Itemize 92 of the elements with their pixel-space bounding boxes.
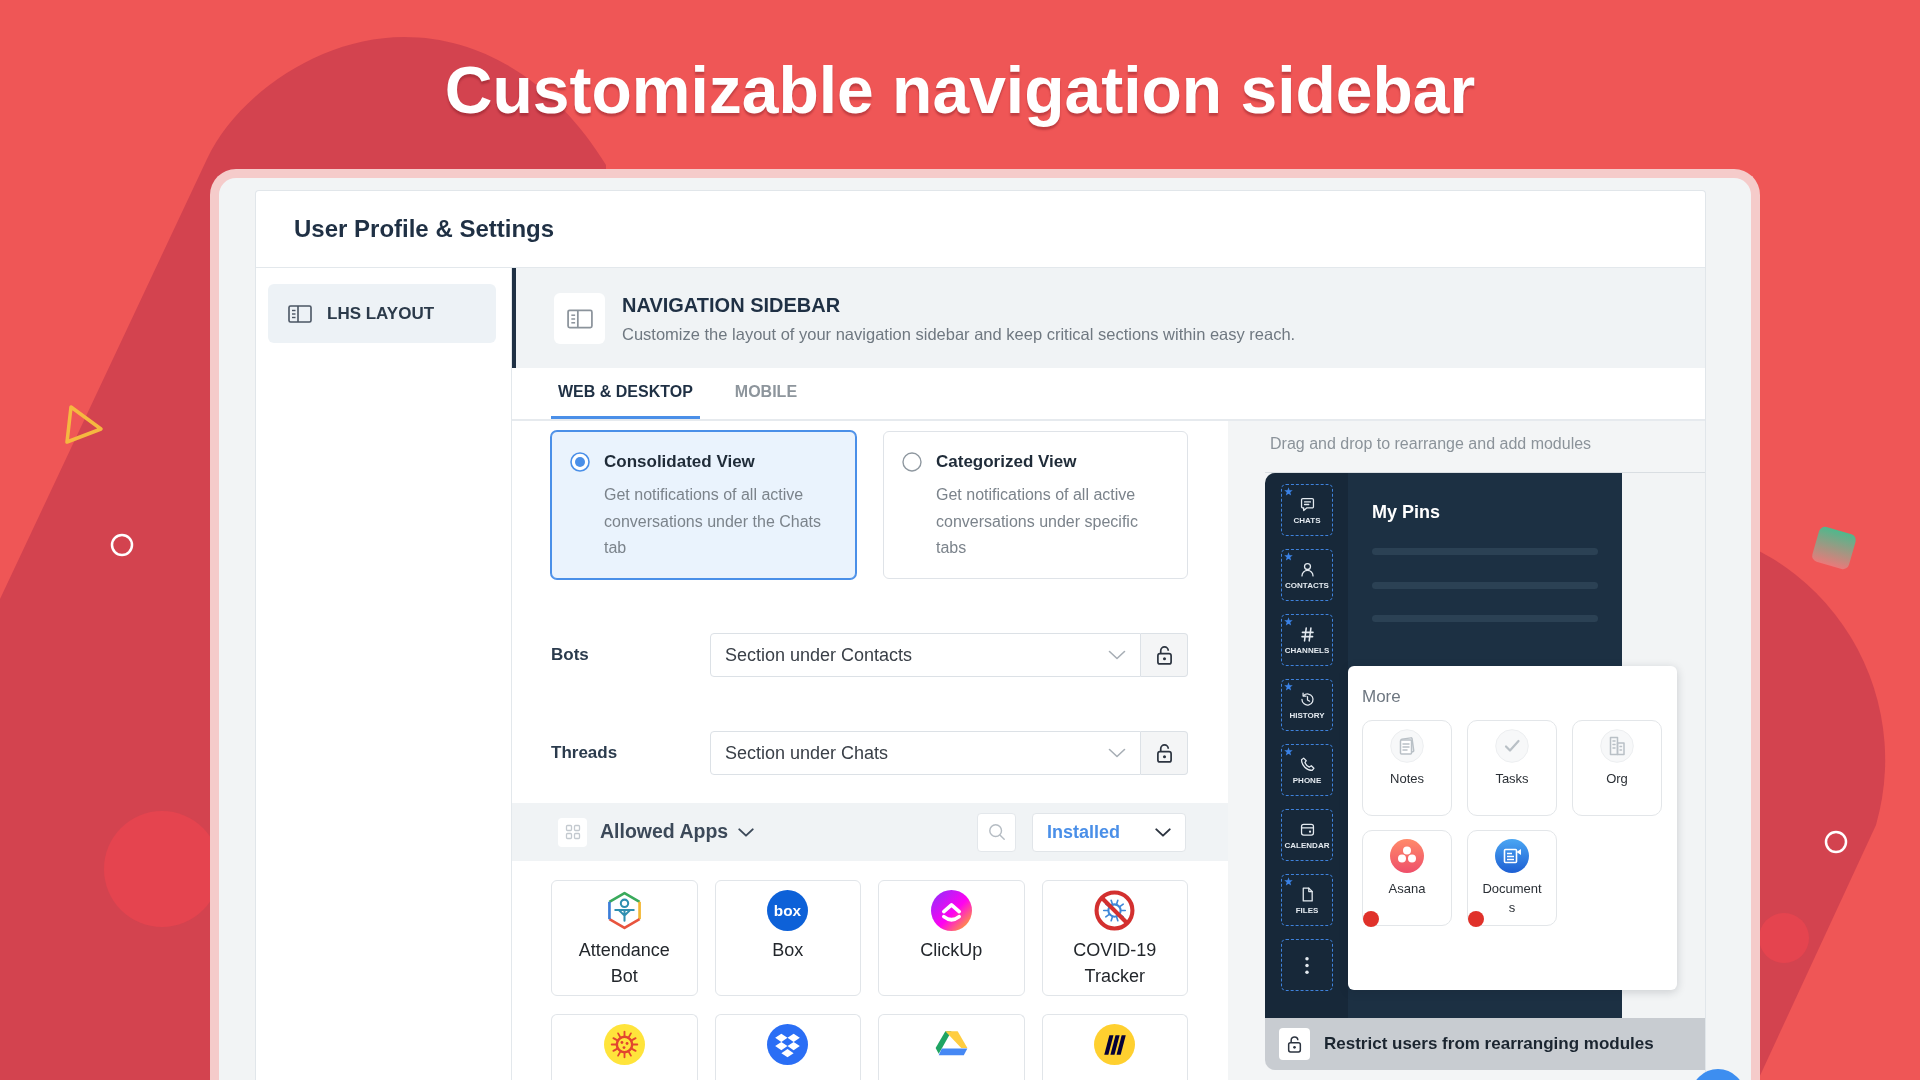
module-name: Org	[1605, 770, 1629, 788]
app-name: Box	[772, 939, 804, 962]
virus-icon	[603, 1024, 645, 1065]
module-label: FILES	[1295, 905, 1319, 915]
view-option-card[interactable]: Consolidated View Get notifications of all active conversations under the Chats tab	[551, 431, 856, 579]
phone-icon	[1298, 755, 1316, 773]
module-name: Notes	[1389, 770, 1425, 788]
background-blob	[1759, 913, 1809, 963]
option-description: Get notifications of all active conversations under the Chats tab	[604, 485, 822, 558]
menu-item[interactable]: LHS LAYOUT	[268, 284, 496, 343]
app-tile[interactable]	[714, 1014, 861, 1080]
chevron-down-icon	[738, 827, 755, 837]
hash-icon	[1298, 625, 1316, 643]
module-slot[interactable]	[1281, 939, 1333, 991]
option-description: Get notifications of all active conversations under specific tabs	[936, 485, 1139, 558]
app-tile[interactable]: ClickUp	[878, 880, 1025, 996]
notes-icon	[1390, 729, 1424, 763]
module-slot[interactable]: FILES	[1281, 874, 1333, 926]
apps-dropdown[interactable]: Allowed Apps	[600, 817, 755, 847]
page-title: User Profile & Settings	[294, 214, 555, 244]
module-slot[interactable]: HISTORY	[1281, 679, 1333, 731]
person-icon	[1298, 560, 1316, 578]
section-select[interactable]: Section under Chats	[710, 731, 1141, 775]
ring-icon	[1824, 830, 1848, 854]
check-icon	[1495, 729, 1529, 763]
module-label: PHONE	[1292, 775, 1322, 785]
field-label: Threads	[551, 742, 619, 765]
lock-button[interactable]	[1141, 731, 1188, 775]
box-logo-icon: box	[767, 890, 809, 931]
view-option-card[interactable]: Categorized View Get notifications of all active conversations under specific tabs	[883, 431, 1188, 579]
field-label: Bots	[551, 644, 590, 667]
module-slot[interactable]: PHONE	[1281, 744, 1333, 796]
chat-icon	[1298, 495, 1316, 513]
section-title: NAVIGATION SIDEBAR	[622, 293, 842, 317]
app-tile[interactable]: COVID-19 Tracker	[1041, 880, 1188, 996]
grid-icon	[558, 817, 587, 847]
drag-hint: Drag and drop to rearrange and add modules	[1269, 434, 1593, 454]
layout-icon	[288, 304, 312, 323]
chevron-circle-icon	[930, 890, 972, 931]
app-tile[interactable]: Attendance Bot	[551, 880, 698, 996]
module-tile[interactable]: Asana	[1362, 830, 1452, 926]
building-icon	[1600, 729, 1634, 763]
section-description: Customize the layout of your navigation sidebar and keep critical sections within easy reach.	[622, 324, 1296, 345]
module-tile[interactable]: Org	[1572, 720, 1662, 816]
module-slot[interactable]: CHATS	[1281, 484, 1333, 536]
history-icon	[1298, 690, 1316, 708]
lock-button[interactable]	[1279, 1028, 1310, 1060]
module-name: Tasks	[1494, 770, 1530, 788]
popup-title: More	[1362, 686, 1402, 708]
module-label: CALENDAR	[1284, 840, 1330, 850]
more-icon	[1305, 956, 1309, 974]
module-label: CHATS	[1293, 515, 1321, 525]
section-select[interactable]: Section under Contacts	[710, 633, 1141, 677]
module-label: CONTACTS	[1285, 580, 1329, 590]
module-label: CHANNELS	[1284, 645, 1330, 655]
headline: Customizable navigation sidebar	[444, 52, 1476, 129]
app-name: Attendance Bot	[577, 939, 671, 988]
module-tile[interactable]: Notes	[1362, 720, 1452, 816]
module-tile[interactable]: Tasks	[1467, 720, 1557, 816]
app-name: COVID-19 Tracker	[1072, 939, 1158, 988]
module-tile[interactable]: Documents	[1467, 830, 1557, 926]
module-slot[interactable]: CHANNELS	[1281, 614, 1333, 666]
dots-circle-icon	[1390, 839, 1424, 873]
layout-icon	[554, 293, 605, 344]
chevron-down-icon	[1155, 827, 1171, 837]
chevron-down-icon	[1108, 650, 1126, 660]
ring-icon	[110, 533, 134, 557]
app-tile[interactable]	[1041, 1014, 1188, 1080]
tab[interactable]: WEB & DESKTOP	[551, 368, 700, 419]
document-icon	[1495, 839, 1529, 873]
restrict-label: Restrict users from rearranging modules	[1324, 1033, 1654, 1056]
lock-button[interactable]	[1141, 633, 1188, 677]
app-tile[interactable]	[878, 1014, 1025, 1080]
module-label: HISTORY	[1289, 710, 1325, 720]
pins-title: My Pins	[1372, 501, 1442, 524]
chevron-down-icon	[1108, 748, 1126, 758]
radio-button[interactable]	[902, 452, 922, 472]
stripes-circle-icon	[1094, 1024, 1136, 1065]
app-tile[interactable]: box Box	[714, 880, 861, 996]
module-slot[interactable]: CONTACTS	[1281, 549, 1333, 601]
radio-button[interactable]	[570, 452, 590, 472]
no-virus-icon	[1094, 890, 1136, 931]
module-name: Asana	[1387, 880, 1427, 898]
module-slot[interactable]: CALENDAR	[1281, 809, 1333, 861]
app-name: ClickUp	[920, 939, 983, 962]
diamonds-circle-icon	[767, 1024, 809, 1065]
option-title: Consolidated View	[604, 451, 756, 473]
module-name: Documents	[1481, 880, 1543, 917]
option-title: Categorized View	[936, 451, 1078, 473]
triangle-icon	[65, 405, 103, 444]
app-tile[interactable]	[551, 1014, 698, 1080]
search-icon	[987, 823, 1006, 841]
